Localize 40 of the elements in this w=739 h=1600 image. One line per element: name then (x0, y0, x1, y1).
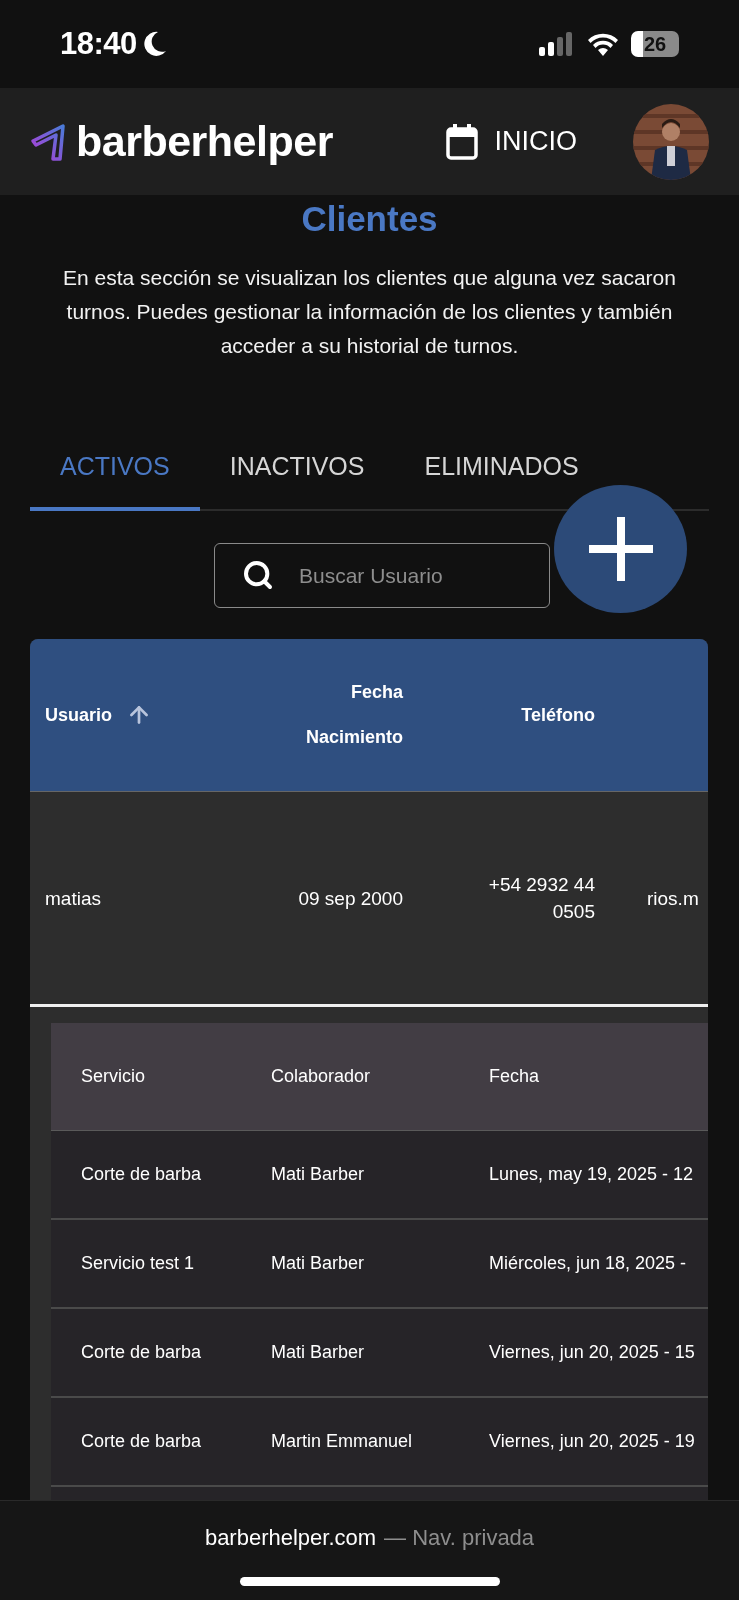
column-header: Fecha (489, 1066, 541, 1087)
tab[interactable]: ELIMINADOS (394, 452, 609, 511)
plus-icon (588, 517, 653, 581)
moon-icon (142, 31, 167, 57)
table-cell-text: Servicio test 1 (81, 1253, 196, 1274)
wifi-icon (587, 32, 619, 56)
column-header[interactable]: Teléfono (521, 692, 595, 738)
page-description: En esta sección se visualizan los clientes que alguna vez sacaron turnos. Puedes gestionar la información de los clientes y también acceder a su historial de turnos. (62, 265, 677, 359)
table-cell-text: Martin Emmanuel (271, 1431, 414, 1452)
signal-icon (539, 32, 575, 56)
tab[interactable]: ACTIVOS (30, 452, 200, 511)
column-header: Colaborador (271, 1066, 372, 1087)
column-header[interactable]: Fecha Nacimiento (293, 670, 403, 760)
status-time: 18:40 (60, 26, 137, 62)
battery-indicator: 26 (631, 31, 679, 57)
page-title: Clientes (300, 199, 439, 239)
column-header[interactable]: Usuario (45, 692, 113, 738)
calendar-icon (446, 123, 479, 160)
table-cell-text: Mati Barber (271, 1253, 366, 1274)
table-cell-text: Corte de barba (81, 1431, 203, 1452)
brand-name: barberhelper (76, 117, 333, 166)
table-cell-text: rios.m (646, 886, 699, 911)
nav-link[interactable]: INICIO (446, 123, 577, 160)
table-cell-text: Mati Barber (271, 1342, 366, 1363)
table-cell-text: matias (45, 886, 101, 911)
url-text[interactable]: barberhelper.com (204, 1525, 377, 1551)
table-cell-text: Mati Barber (271, 1164, 366, 1185)
search-icon (242, 559, 274, 591)
table-cell-text: +54 2932 44 0505 (487, 873, 595, 924)
table-cell-text: Miércoles, jun 18, 2025 - (489, 1253, 688, 1274)
table-cell-text: Lunes, may 19, 2025 - 12 (489, 1164, 695, 1185)
table-cell-text: Viernes, jun 20, 2025 - 15 (489, 1342, 696, 1363)
browsing-mode: — Nav. privada (384, 1525, 535, 1551)
table-cell-text: Corte de barba (81, 1164, 203, 1185)
tab[interactable]: INACTIVOS (199, 452, 395, 511)
search-field[interactable]: Buscar Usuario (214, 543, 550, 608)
table-cell-text: Corte de barba (81, 1342, 203, 1363)
table-cell-text: Viernes, jun 20, 2025 - 19 (489, 1431, 696, 1452)
table-cell-text: 09 sep 2000 (298, 886, 403, 911)
column-header: Servicio (81, 1066, 147, 1087)
